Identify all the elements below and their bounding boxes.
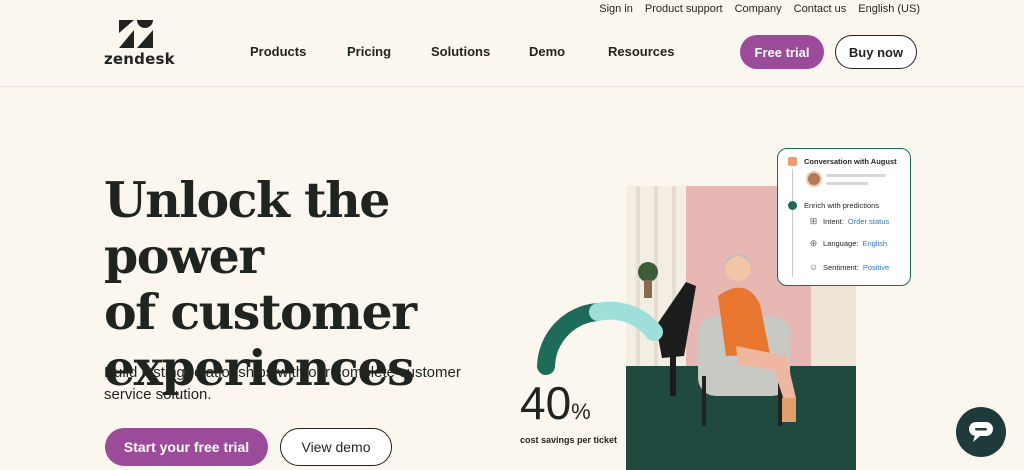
start-free-trial-button[interactable]: Start your free trial (105, 428, 268, 466)
progress-arc (537, 301, 663, 375)
product-support-link[interactable]: Product support (645, 3, 723, 15)
enrich-label: Enrich with predictions (804, 201, 880, 210)
free-trial-button[interactable]: Free trial (740, 35, 824, 69)
stat-number: 40% (520, 378, 617, 437)
chat-widget-button[interactable] (956, 407, 1006, 457)
globe-icon: ⊕ (809, 238, 818, 248)
language-label: Language: (823, 239, 859, 248)
smiley-icon: ☺ (808, 262, 819, 272)
view-demo-button[interactable]: View demo (280, 428, 392, 466)
conversation-title: Conversation with August (804, 157, 897, 166)
hero-title-line-1: Unlock the power (104, 171, 390, 285)
message-placeholder-bar (826, 174, 886, 177)
intent-value: Order status (847, 217, 890, 226)
timeline-line (792, 169, 793, 277)
sentiment-row: ☺ Sentiment: Positive (808, 262, 889, 272)
conversation-square-icon (788, 157, 797, 166)
sign-in-link[interactable]: Sign in (599, 3, 633, 15)
hero-subtitle: Build lasting relationships with our com… (104, 364, 461, 403)
language-value: English (862, 239, 888, 248)
nav-solutions[interactable]: Solutions (431, 44, 490, 59)
stat-value: 40 (520, 377, 572, 429)
logo-wordmark: zendesk (104, 50, 175, 68)
buy-now-button[interactable]: Buy now (835, 35, 917, 69)
timeline-dot (788, 201, 797, 210)
zendesk-logo-icon (119, 20, 153, 48)
avatar (806, 171, 822, 187)
header-divider (0, 86, 1024, 87)
contact-us-link[interactable]: Contact us (794, 3, 847, 15)
utility-nav: Sign in Product support Company Contact … (599, 3, 920, 15)
language-selector[interactable]: English (US) (858, 3, 920, 15)
zendesk-logo[interactable]: zendesk (104, 20, 175, 68)
intent-row: ⊞ Intent: Order status (808, 216, 889, 227)
nav-pricing[interactable]: Pricing (347, 44, 391, 59)
sentiment-value: Positive (862, 262, 890, 272)
stat-suffix: % (571, 399, 591, 424)
chat-bubble-icon (969, 422, 993, 442)
nav-products[interactable]: Products (250, 44, 306, 59)
company-link[interactable]: Company (735, 3, 782, 15)
hero-title-line-2: of customer (104, 283, 417, 341)
message-placeholder-bar (826, 182, 868, 185)
nav-resources[interactable]: Resources (608, 44, 674, 59)
grid-icon: ⊞ (809, 216, 818, 226)
sentiment-label: Sentiment: (823, 262, 859, 272)
language-row: ⊕ Language: English (808, 238, 887, 249)
stat-caption: cost savings per ticket (520, 435, 618, 445)
nav-demo[interactable]: Demo (529, 44, 565, 59)
intent-label: Intent: (823, 217, 844, 226)
cost-savings-stat: 40% cost savings per ticket (520, 378, 617, 445)
conversation-card: Conversation with August Enrich with pre… (777, 148, 911, 286)
